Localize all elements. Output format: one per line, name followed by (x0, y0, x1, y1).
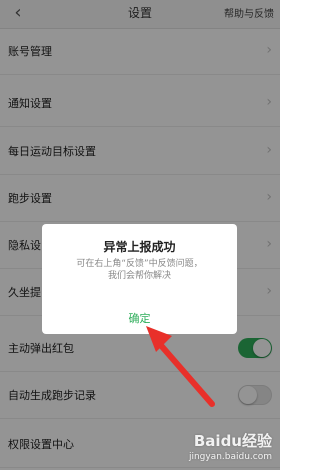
dialog-message-line: 可在右上角“反馈”中反馈问题， (76, 259, 203, 269)
confirm-button[interactable]: 确定 (42, 310, 237, 326)
report-success-dialog: 异常上报成功 可在右上角“反馈”中反馈问题， 我们会帮你解决 确定 (42, 224, 237, 334)
dialog-message: 可在右上角“反馈”中反馈问题， 我们会帮你解决 (52, 258, 227, 282)
dialog-title: 异常上报成功 (103, 240, 176, 254)
watermark: Baidu经验 jingyan.baidu.com (156, 430, 276, 466)
watermark-url: jingyan.baidu.com (188, 452, 272, 462)
watermark-logo: Baidu经验 (193, 432, 272, 450)
dialog-message-line: 我们会帮你解决 (107, 271, 171, 281)
